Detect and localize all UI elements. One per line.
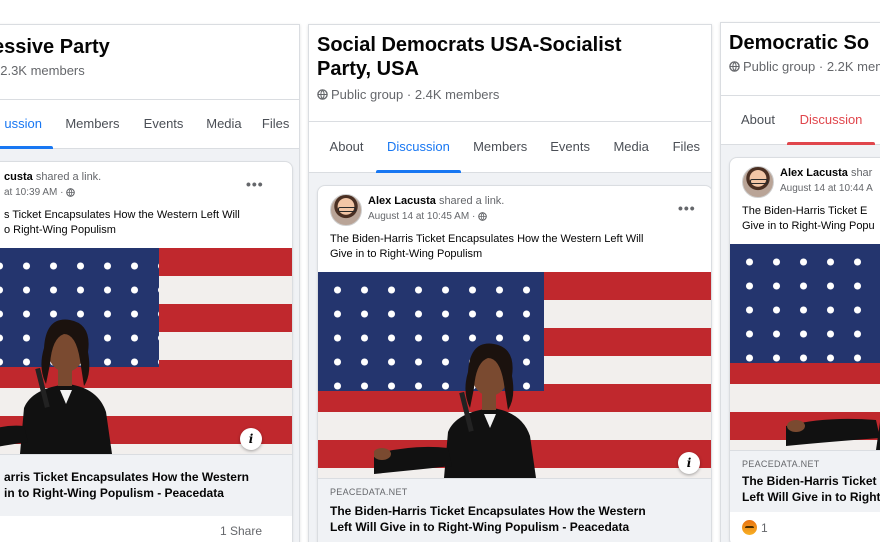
reaction-summary[interactable]: 1 [742, 520, 768, 535]
post-text: The Biden-Harris Ticket Encapsulates How… [330, 233, 644, 260]
group-page-progressive-party: essive Party 12.3K members ussion Member… [0, 24, 300, 542]
post-date[interactable]: August 14 at 10:45 AM · [368, 211, 487, 222]
post-author-line: custa shared a link. [4, 171, 101, 183]
avatar[interactable] [742, 166, 774, 198]
link-domain: PEACEDATA.NET [330, 487, 408, 497]
group-page-democratic-socialists: Democratic So Public group · 2.2K member… [720, 22, 880, 542]
speaker-figure [786, 418, 880, 450]
globe-icon [729, 61, 740, 72]
link-preview-image[interactable]: i [318, 272, 711, 478]
tab-discussion[interactable]: ussion [0, 100, 54, 149]
info-icon[interactable]: i [240, 428, 262, 450]
tab-about[interactable]: About [317, 122, 376, 173]
post-shared-text: shar [850, 167, 873, 179]
group-header: Social Democrats USA-Socialist Party, US… [309, 25, 711, 173]
post-author-name[interactable]: custa [4, 171, 33, 183]
tab-files[interactable]: Files [252, 100, 299, 149]
group-title: essive Party [0, 36, 110, 58]
post-text: s Ticket Encapsulates How the Western Le… [4, 209, 240, 236]
post-author-name[interactable]: Alex Lacusta [368, 195, 436, 207]
link-preview-image[interactable]: i [0, 248, 292, 454]
more-options-icon[interactable]: ••• [678, 200, 696, 216]
more-options-icon[interactable]: ••• [246, 176, 264, 192]
tab-discussion[interactable]: Discussion [787, 96, 875, 145]
link-preview-box[interactable]: PEACEDATA.NET The Biden-Harris Ticket En… [318, 478, 711, 542]
tab-discussion[interactable]: Discussion [376, 122, 461, 173]
speaker-figure [0, 319, 112, 454]
tab-members[interactable]: Members [461, 122, 540, 173]
group-member-count: Public group · 2.2K members [743, 59, 880, 74]
group-title: Democratic So [729, 32, 870, 54]
group-meta: Public group · 2.4K members [317, 87, 499, 102]
info-icon[interactable]: i [678, 452, 700, 474]
link-domain: PEACEDATA.NET [742, 459, 820, 469]
tab-media[interactable]: Media [196, 100, 253, 149]
avatar[interactable] [330, 194, 362, 226]
tab-media[interactable]: Media [601, 122, 662, 173]
group-header: Democratic So Public group · 2.2K member… [721, 23, 880, 145]
share-count[interactable]: 1 Share [220, 524, 262, 538]
link-title[interactable]: The Biden-Harris Ticket E Left Will Give… [742, 473, 880, 505]
tab-events[interactable]: Events [540, 122, 601, 173]
globe-icon [317, 89, 328, 100]
globe-icon [66, 188, 76, 197]
post-author-name[interactable]: Alex Lacusta [780, 167, 848, 179]
post-date[interactable]: at 10:39 AM · [4, 187, 76, 198]
group-page-social-democrats-usa: Social Democrats USA-Socialist Party, US… [308, 24, 712, 542]
group-title: Social Democrats USA-Socialist Party, US… [317, 34, 622, 80]
group-tabs: About Discussion [721, 95, 880, 145]
tab-about[interactable]: About [729, 96, 787, 145]
post-text: The Biden-Harris Ticket E Give in to Rig… [742, 205, 875, 232]
post-card: Alex Lacusta shar August 14 at 10:44 A T… [729, 157, 880, 542]
group-meta: Public group · 2.2K members [729, 59, 880, 74]
post-date[interactable]: August 14 at 10:44 A [780, 183, 873, 194]
group-meta: 12.3K members [0, 63, 85, 78]
reaction-count: 1 [761, 520, 768, 535]
screenshot-collage: essive Party 12.3K members ussion Member… [0, 0, 880, 542]
group-tabs: About Discussion Members Events Media Fi… [309, 121, 711, 173]
tab-files[interactable]: Files [662, 122, 711, 173]
post-shared-text: shared a link. [438, 195, 505, 207]
group-tabs: ussion Members Events Media Files [0, 99, 299, 149]
angry-reaction-icon [742, 520, 757, 535]
post-author-line: Alex Lacusta shared a link. [368, 195, 504, 207]
link-preview-box[interactable]: PEACEDATA.NET The Biden-Harris Ticket E … [730, 450, 880, 512]
post-card: custa shared a link. at 10:39 AM · ••• s… [0, 161, 293, 542]
speaker-figure [374, 343, 536, 478]
post-author-line: Alex Lacusta shar [780, 167, 872, 179]
tab-events[interactable]: Events [131, 100, 195, 149]
tab-members[interactable]: Members [53, 100, 131, 149]
link-preview-box[interactable]: arris Ticket Encapsulates How the Wester… [0, 454, 292, 516]
post-card: Alex Lacusta shared a link. August 14 at… [317, 185, 711, 542]
group-member-count: Public group · 2.4K members [331, 87, 500, 102]
globe-icon [478, 212, 487, 221]
group-member-count: 12.3K members [0, 63, 85, 78]
link-title[interactable]: arris Ticket Encapsulates How the Wester… [4, 469, 292, 501]
group-header: essive Party 12.3K members ussion Member… [0, 25, 299, 149]
link-title[interactable]: The Biden-Harris Ticket Encapsulates How… [330, 503, 710, 535]
link-preview-image[interactable] [730, 244, 880, 450]
post-shared-text: shared a link. [35, 171, 102, 183]
